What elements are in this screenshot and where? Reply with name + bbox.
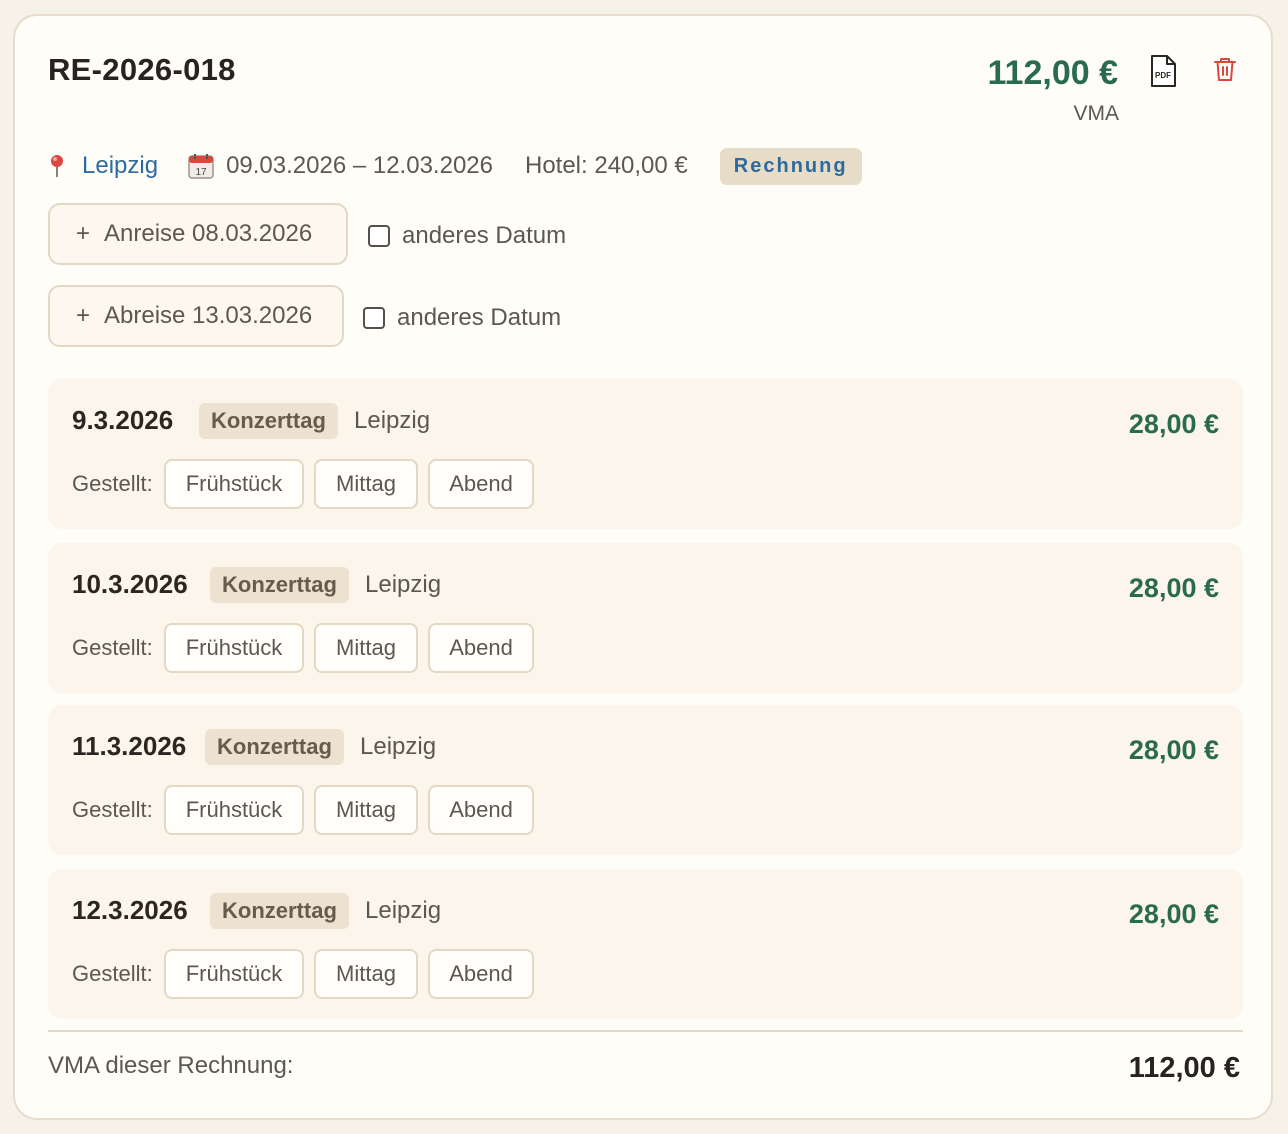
pdf-icon-text: PDF: [1155, 71, 1171, 80]
invoice-total-caption: VMA: [1073, 102, 1119, 125]
day-row: 9.3.2026 Konzerttag Leipzig 28,00 € Gest…: [48, 379, 1243, 529]
status-badge: Rechnung: [719, 147, 862, 185]
meal-lunch-toggle[interactable]: Mittag: [314, 949, 418, 999]
meal-lunch-toggle[interactable]: Mittag: [314, 623, 418, 673]
day-type-tag: Konzerttag: [210, 893, 349, 929]
day-row: 10.3.2026 Konzerttag Leipzig 28,00 € Ges…: [48, 543, 1243, 693]
arrival-other-date-label: anderes Datum: [402, 222, 567, 249]
plus-icon: +: [76, 220, 91, 247]
meal-dinner-toggle[interactable]: Abend: [428, 949, 534, 999]
day-type-tag: Konzerttag: [199, 403, 338, 439]
meal-lunch-toggle[interactable]: Mittag: [314, 459, 418, 509]
day-date: 12.3.2026: [72, 895, 188, 925]
day-place: Leipzig: [365, 897, 442, 924]
footer-divider: [48, 1030, 1243, 1032]
day-date: 11.3.2026: [72, 731, 187, 761]
day-amount: 28,00 €: [1128, 409, 1219, 439]
departure-other-date-label: anderes Datum: [397, 304, 562, 331]
meal-dinner-toggle[interactable]: Abend: [428, 785, 534, 835]
hotel-cost: Hotel: 240,00 €: [524, 152, 688, 179]
day-date: 9.3.2026: [72, 405, 174, 435]
provided-label: Gestellt:: [72, 635, 153, 660]
day-row: 11.3.2026 Konzerttag Leipzig 28,00 € Ges…: [48, 705, 1243, 855]
provided-label: Gestellt:: [72, 961, 153, 986]
day-date: 10.3.2026: [72, 569, 188, 599]
meal-breakfast-toggle[interactable]: Frühstück: [164, 623, 304, 673]
meal-lunch-toggle[interactable]: Mittag: [314, 785, 418, 835]
day-type-tag: Konzerttag: [205, 729, 344, 765]
invoice-number: RE-2026-018: [48, 52, 236, 87]
provided-label: Gestellt:: [72, 797, 153, 822]
meal-dinner-toggle[interactable]: Abend: [428, 623, 534, 673]
departure-other-date[interactable]: anderes Datum: [363, 298, 561, 338]
pdf-icon[interactable]: PDF: [1149, 54, 1177, 88]
day-place: Leipzig: [354, 407, 431, 434]
day-amount: 28,00 €: [1128, 899, 1219, 929]
arrival-other-date-checkbox[interactable]: [368, 225, 390, 247]
provided-label: Gestellt:: [72, 471, 153, 496]
arrival-other-date[interactable]: anderes Datum: [368, 216, 566, 256]
footer-total: 112,00 €: [1128, 1052, 1240, 1084]
day-row: 12.3.2026 Konzerttag Leipzig 28,00 € Ges…: [48, 869, 1243, 1019]
invoice-card: RE-2026-018 112,00 € VMA PDF Leipzig 17 …: [13, 14, 1273, 1120]
city-link[interactable]: Leipzig: [82, 152, 158, 180]
location-pin-icon: [51, 155, 63, 177]
calendar-icon: 17: [188, 154, 214, 179]
departure-label: Abreise 13.03.2026: [104, 302, 313, 329]
meal-breakfast-toggle[interactable]: Frühstück: [164, 459, 304, 509]
arrival-label: Anreise 08.03.2026: [104, 220, 313, 247]
day-amount: 28,00 €: [1128, 573, 1219, 603]
date-range: 09.03.2026 – 12.03.2026: [226, 152, 493, 179]
calendar-icon-text: 17: [196, 167, 208, 178]
day-place: Leipzig: [360, 733, 437, 760]
meal-breakfast-toggle[interactable]: Frühstück: [164, 785, 304, 835]
meal-breakfast-toggle[interactable]: Frühstück: [164, 949, 304, 999]
add-arrival-button[interactable]: + Anreise 08.03.2026: [48, 203, 348, 265]
invoice-total: 112,00 €: [987, 54, 1118, 92]
trash-icon[interactable]: [1213, 56, 1237, 82]
footer-label: VMA dieser Rechnung:: [48, 1052, 294, 1079]
plus-icon: +: [76, 302, 91, 329]
day-type-tag: Konzerttag: [210, 567, 349, 603]
day-place: Leipzig: [365, 571, 442, 598]
add-departure-button[interactable]: + Abreise 13.03.2026: [48, 285, 344, 347]
day-amount: 28,00 €: [1128, 735, 1219, 765]
departure-other-date-checkbox[interactable]: [363, 307, 385, 329]
meal-dinner-toggle[interactable]: Abend: [428, 459, 534, 509]
invoice-meta: Leipzig 17 09.03.2026 – 12.03.2026 Hotel…: [48, 146, 862, 186]
